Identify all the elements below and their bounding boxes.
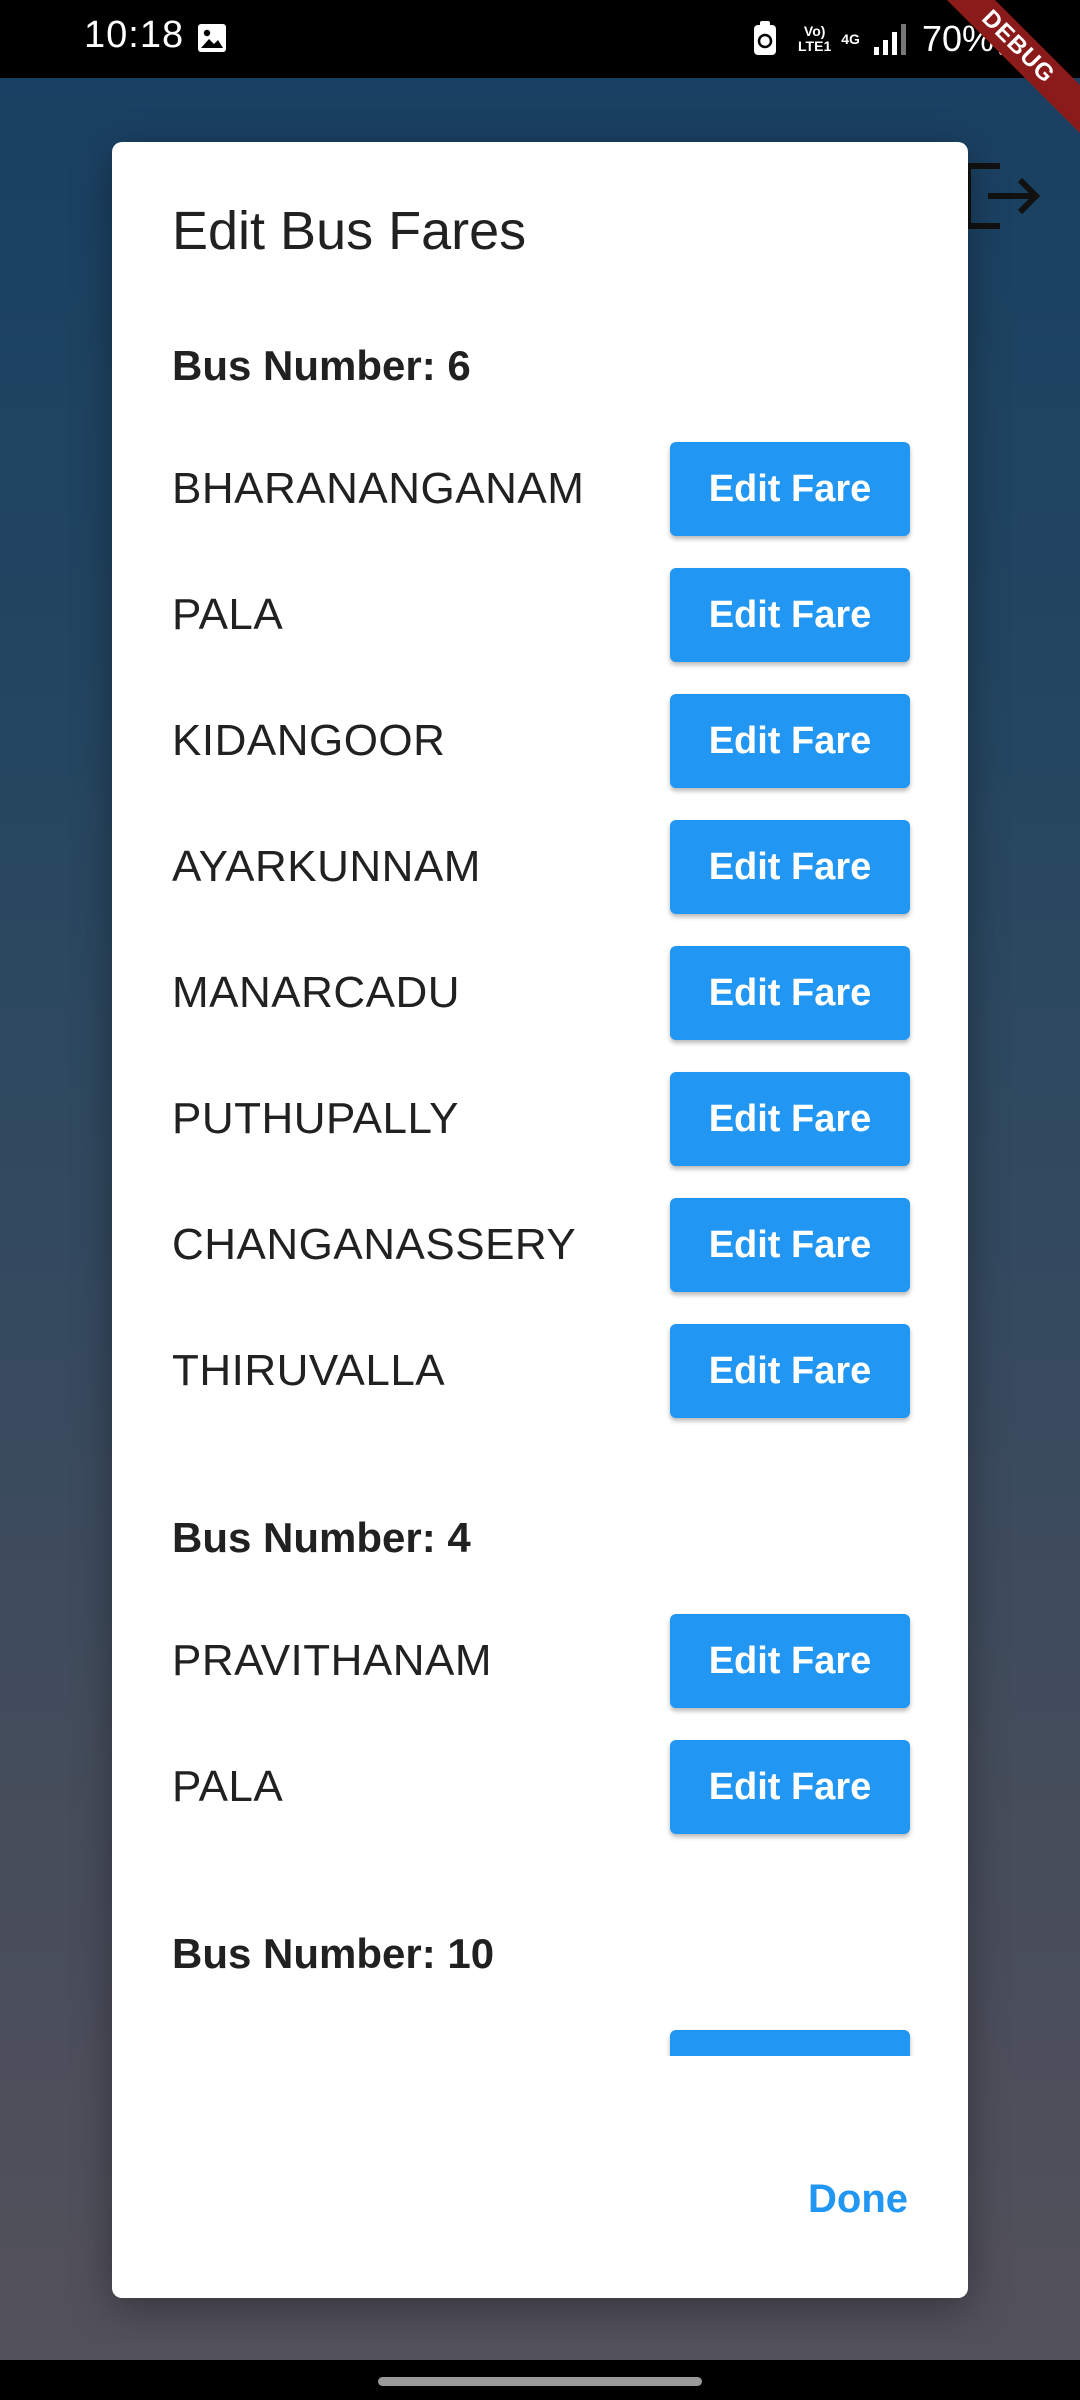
edit-fare-button[interactable]: Edit Fare xyxy=(670,1072,910,1166)
stop-name: AYARKUNNAM xyxy=(172,842,481,891)
stop-name: KIDANGOOR xyxy=(172,716,446,765)
edit-fare-button[interactable]: Edit Fare xyxy=(670,946,910,1040)
fare-row: THIRUVALLA Edit Fare xyxy=(172,1324,910,1418)
fare-row: KIDANGOOR Edit Fare xyxy=(172,694,910,788)
stop-name: PUTHUPALLY xyxy=(172,1094,460,1143)
fare-row: PUTHUPALLY Edit Fare xyxy=(172,1072,910,1166)
network-label: Vo) LTE1 xyxy=(798,23,832,54)
data-saver-icon xyxy=(754,21,777,55)
stop-name: PALA xyxy=(172,590,284,639)
fare-list[interactable]: Bus Number: 6 BHARANANGANAM Edit Fare PALA E… xyxy=(112,332,968,2056)
fare-row: PALA Edit Fare xyxy=(172,1740,910,1834)
dialog-title: Edit Bus Fares xyxy=(172,201,527,261)
status-time: 10:18 xyxy=(84,14,185,56)
edit-fare-button[interactable]: Edit Fare xyxy=(670,820,910,914)
done-button[interactable]: Done xyxy=(808,2177,908,2222)
edit-fare-button[interactable]: Edit Fare xyxy=(670,1324,910,1418)
stop-name: CHANGANASSERY xyxy=(172,1220,577,1269)
edit-fares-dialog: Edit Bus Fares Bus Number: 6 BHARANANGANA… xyxy=(112,142,968,2298)
network-type: 4G xyxy=(841,30,860,47)
stop-name: PRAVITHANAM xyxy=(172,1636,493,1685)
edit-fare-button[interactable]: Edit Fare xyxy=(670,442,910,536)
edit-fare-button[interactable]: Edit Fare xyxy=(670,2030,910,2056)
gallery-icon xyxy=(198,24,226,52)
stop-name: PALA xyxy=(172,1762,284,1811)
logout-icon[interactable] xyxy=(964,160,1040,232)
navigation-bar xyxy=(0,2360,1080,2400)
fare-row: AYARKUNNAM Edit Fare xyxy=(172,820,910,914)
fare-row: CHANGANASSERY Edit Fare xyxy=(172,1198,910,1292)
edit-fare-button[interactable]: Edit Fare xyxy=(670,568,910,662)
status-bar: 10:18 Vo) LTE1 4G 70% xyxy=(0,0,1080,78)
fare-row: PALA Edit Fare xyxy=(172,568,910,662)
home-handle[interactable] xyxy=(378,2377,702,2386)
stop-name: THIRUVALLA xyxy=(172,1346,446,1395)
signal-icon xyxy=(873,24,906,55)
stop-name: PRAVITHANAM xyxy=(172,2030,492,2056)
bus-number-heading: Bus Number: 10 xyxy=(172,1930,495,1977)
edit-fare-button[interactable]: Edit Fare xyxy=(670,694,910,788)
edit-fare-button[interactable]: Edit Fare xyxy=(670,1740,910,1834)
fare-row: PRAVITHANAM Edit Fare xyxy=(172,1614,910,1708)
fare-row: BHARANANGANAM Edit Fare xyxy=(172,442,910,536)
stop-name: BHARANANGANAM xyxy=(172,464,585,513)
fare-row: PRAVITHANAM Edit Fare xyxy=(172,2030,910,2056)
bus-number-heading: Bus Number: 4 xyxy=(172,1514,471,1561)
edit-fare-button[interactable]: Edit Fare xyxy=(670,1198,910,1292)
bus-number-heading: Bus Number: 6 xyxy=(172,342,471,389)
stop-name: MANARCADU xyxy=(172,968,461,1017)
fare-row: MANARCADU Edit Fare xyxy=(172,946,910,1040)
edit-fare-button[interactable]: Edit Fare xyxy=(670,1614,910,1708)
